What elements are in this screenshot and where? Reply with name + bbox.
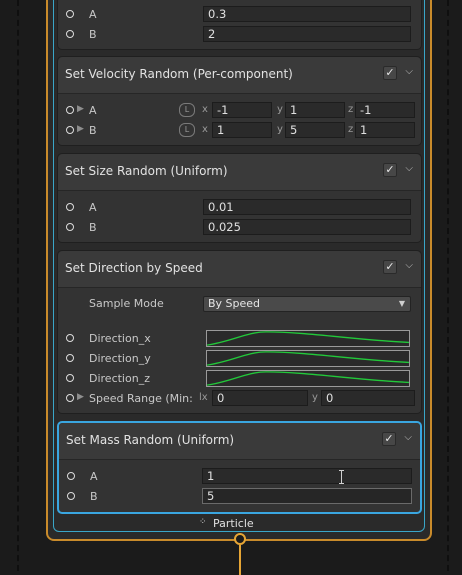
- direction-x-label: Direction_x: [89, 332, 151, 345]
- expand-arrow-icon[interactable]: ▶: [77, 392, 84, 402]
- expand-arrow-icon[interactable]: ▶: [77, 124, 84, 134]
- row-direction-x: Direction_x: [58, 329, 421, 349]
- speed-range-min-field[interactable]: 0: [212, 390, 308, 406]
- input-port-icon[interactable]: [66, 354, 74, 362]
- space-local-badge[interactable]: L: [179, 123, 195, 137]
- checkmark-icon[interactable]: ✓: [382, 432, 396, 446]
- block-header[interactable]: Set Size Random (Uniform) ✓ ⌵: [58, 154, 421, 191]
- field-label-a: A: [90, 470, 98, 483]
- block-title: Set Direction by Speed: [65, 261, 203, 275]
- background-dashed-line-right: [447, 0, 449, 571]
- checkmark-icon[interactable]: ✓: [383, 66, 397, 80]
- row-mass-a: A 1: [59, 467, 420, 487]
- input-port-icon[interactable]: [66, 203, 74, 211]
- field-label-a: A: [89, 8, 97, 21]
- direction-z-label: Direction_z: [89, 372, 150, 385]
- size-a-field[interactable]: 0.01: [203, 199, 411, 215]
- block-random-attribute: A 0.3 B 2: [57, 0, 422, 50]
- direction-z-curve-field[interactable]: [206, 370, 410, 387]
- direction-x-curve-field[interactable]: [206, 330, 410, 347]
- row-velocity-b: ▶ B L x 1 y 5 z 1: [58, 121, 421, 141]
- output-flow-port-icon[interactable]: [234, 533, 246, 545]
- input-port-icon[interactable]: [66, 374, 74, 382]
- background-dashed-line-left: [17, 0, 19, 571]
- block-title: Set Mass Random (Uniform): [66, 433, 235, 447]
- axis-label-x: x: [202, 104, 208, 115]
- input-port-icon[interactable]: [66, 126, 74, 134]
- value-field-b[interactable]: 2: [203, 26, 411, 42]
- mass-a-field[interactable]: 1: [202, 468, 412, 484]
- block-header[interactable]: Set Direction by Speed ✓ ⌵: [58, 251, 421, 288]
- axis-label-z: z: [348, 104, 354, 115]
- context-type-label: Particle: [213, 517, 254, 530]
- velocity-a-x-field[interactable]: -1: [212, 102, 272, 118]
- input-port-icon[interactable]: [67, 472, 75, 480]
- particle-icon: ⁘: [199, 517, 207, 527]
- input-port-icon[interactable]: [66, 394, 74, 402]
- sample-mode-label: Sample Mode: [89, 297, 164, 310]
- velocity-a-y-field[interactable]: 1: [285, 102, 345, 118]
- sample-mode-dropdown[interactable]: By Speed ▼: [203, 296, 411, 312]
- field-label-b: B: [90, 490, 98, 503]
- block-set-mass-random[interactable]: Set Mass Random (Uniform) ✓ ⌵ A 1 B 5: [57, 421, 422, 514]
- row-b: B 2: [58, 25, 421, 45]
- row-sample-mode: Sample Mode By Speed ▼: [58, 294, 421, 314]
- input-port-icon[interactable]: [66, 106, 74, 114]
- row-direction-y: Direction_y: [58, 349, 421, 369]
- velocity-a-z-field[interactable]: -1: [355, 102, 415, 118]
- checkmark-icon[interactable]: ✓: [383, 163, 397, 177]
- input-port-icon[interactable]: [66, 30, 74, 38]
- chevron-down-icon[interactable]: ⌵: [405, 163, 413, 174]
- value-field-a[interactable]: 0.3: [203, 6, 411, 22]
- row-speed-range: ▶ Speed Range (Min: lx 0 y 0: [58, 389, 421, 409]
- axis-label-y: y: [312, 392, 318, 403]
- input-port-icon[interactable]: [66, 223, 74, 231]
- axis-label-y: y: [277, 124, 283, 135]
- row-mass-b: B 5: [59, 487, 420, 507]
- field-label-b: B: [89, 124, 97, 137]
- expand-arrow-icon[interactable]: ▶: [77, 104, 84, 114]
- direction-y-label: Direction_y: [89, 352, 151, 365]
- axis-label-x: x: [202, 124, 208, 135]
- block-title: Set Size Random (Uniform): [65, 164, 228, 178]
- axis-label-z: z: [348, 124, 354, 135]
- input-port-icon[interactable]: [67, 492, 75, 500]
- field-label-b: B: [89, 221, 97, 234]
- direction-y-curve-field[interactable]: [206, 350, 410, 367]
- velocity-b-y-field[interactable]: 5: [285, 122, 345, 138]
- block-set-size-random[interactable]: Set Size Random (Uniform) ✓ ⌵ A 0.01 B 0…: [57, 153, 422, 243]
- dropdown-arrow-icon: ▼: [398, 299, 405, 308]
- chevron-down-icon[interactable]: ⌵: [405, 260, 413, 271]
- block-set-direction-by-speed[interactable]: Set Direction by Speed ✓ ⌵ Sample Mode B…: [57, 250, 422, 414]
- row-a: A 0.3: [58, 5, 421, 25]
- field-label-a: A: [89, 104, 97, 117]
- chevron-down-icon[interactable]: ⌵: [405, 66, 413, 77]
- block-set-velocity-random[interactable]: Set Velocity Random (Per-component) ✓ ⌵ …: [57, 56, 422, 146]
- velocity-b-x-field[interactable]: 1: [212, 122, 272, 138]
- field-label-b: B: [89, 28, 97, 41]
- row-direction-z: Direction_z: [58, 369, 421, 389]
- chevron-down-icon[interactable]: ⌵: [404, 432, 412, 443]
- block-header[interactable]: Set Velocity Random (Per-component) ✓ ⌵: [58, 57, 421, 94]
- text-cursor-icon: [339, 470, 344, 484]
- speed-range-label: Speed Range (Min:: [89, 392, 193, 405]
- size-b-field[interactable]: 0.025: [203, 219, 411, 235]
- field-label-a: A: [89, 201, 97, 214]
- checkmark-icon[interactable]: ✓: [383, 260, 397, 274]
- row-size-b: B 0.025: [58, 218, 421, 238]
- input-port-icon[interactable]: [66, 334, 74, 342]
- mass-b-field[interactable]: 5: [202, 488, 412, 504]
- speed-range-max-field[interactable]: 0: [321, 390, 415, 406]
- input-port-icon[interactable]: [66, 10, 74, 18]
- space-local-badge[interactable]: L: [179, 103, 195, 117]
- velocity-b-z-field[interactable]: 1: [355, 122, 415, 138]
- block-header[interactable]: Set Mass Random (Uniform) ✓ ⌵: [59, 423, 420, 460]
- axis-label-x: lx: [199, 392, 208, 403]
- block-title: Set Velocity Random (Per-component): [65, 67, 293, 81]
- axis-label-y: y: [277, 104, 283, 115]
- sample-mode-value: By Speed: [208, 297, 261, 310]
- row-size-a: A 0.01: [58, 198, 421, 218]
- row-velocity-a: ▶ A L x -1 y 1 z -1: [58, 101, 421, 121]
